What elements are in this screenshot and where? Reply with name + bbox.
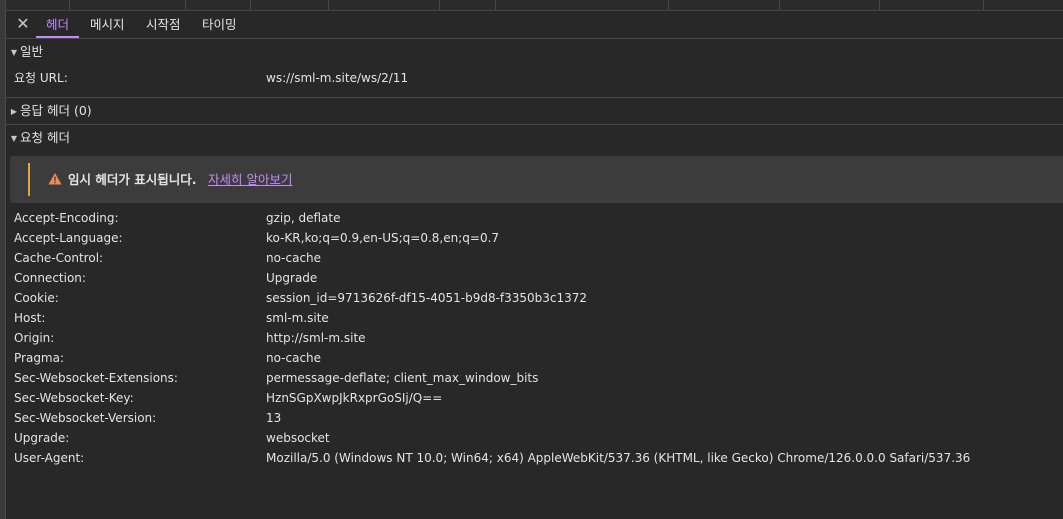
headers-content: ▼ 일반 요청 URL: ws://sml-m.site/ws/2/11 ▶ 응답 … (6, 39, 1063, 519)
request-header-row: User-Agent: Mozilla/5.0 (Windows NT 10.0;… (6, 448, 1063, 468)
warning-icon (48, 173, 62, 185)
header-name: Origin: (14, 331, 55, 345)
header-value: no-cache (266, 351, 322, 365)
request-header-row: Accept-Encoding: gzip, deflate (6, 208, 1063, 228)
tab-timing[interactable]: 타이밍 (192, 11, 247, 38)
learn-more-link[interactable]: 자세히 알아보기 (208, 156, 292, 203)
section-general-header[interactable]: ▼ 일반 (6, 39, 1063, 64)
tab-headers[interactable]: 헤더 (36, 11, 80, 38)
triangle-right-icon: ▶ (10, 107, 18, 116)
section-general-title: 일반 (20, 44, 44, 59)
column-cell (496, 0, 669, 10)
header-name: Sec-Websocket-Extensions: (14, 371, 178, 385)
header-name: User-Agent: (14, 451, 85, 465)
header-value: gzip, deflate (266, 211, 341, 225)
provisional-headers-warning: 임시 헤더가 표시됩니다. 자세히 알아보기 (10, 156, 1063, 203)
request-header-row: Origin: http://sml-m.site (6, 328, 1063, 348)
column-cell (251, 0, 329, 10)
column-cell (329, 0, 440, 10)
header-name: Accept-Language: (14, 231, 123, 245)
header-name: Pragma: (14, 351, 65, 365)
header-name: Upgrade: (14, 431, 70, 445)
warning-accent-bar (28, 163, 30, 196)
close-icon[interactable]: ✕ (14, 15, 32, 33)
tab-initiator[interactable]: 시작점 (136, 11, 191, 38)
request-header-row: Host: sml-m.site (6, 308, 1063, 328)
request-header-row: Sec-Websocket-Key: HznSGpXwpJkRxprGoSIj/Q… (6, 388, 1063, 408)
row-value: ws://sml-m.site/ws/2/11 (266, 71, 409, 85)
header-name: Cookie: (14, 291, 59, 305)
section-request-headers-title: 요청 헤더 (20, 130, 70, 145)
header-value: http://sml-m.site (266, 331, 366, 345)
header-value: Mozilla/5.0 (Windows NT 10.0; Win64; x64… (266, 451, 971, 465)
request-header-row: Sec-Websocket-Extensions: permessage-defl… (6, 368, 1063, 388)
general-row-request-url: 요청 URL: ws://sml-m.site/ws/2/11 (6, 68, 1063, 88)
section-response-headers-title: 응답 헤더 (0) (20, 103, 92, 118)
section-request-headers-header[interactable]: ▼ 요청 헤더 (6, 125, 1063, 150)
column-cell (880, 0, 984, 10)
column-cell (186, 0, 251, 10)
column-cell (70, 0, 186, 10)
request-header-row: Cookie: session_id=9713626f-df15-4051-b9d… (6, 288, 1063, 308)
header-value: 13 (266, 411, 282, 425)
header-value: Upgrade (266, 271, 318, 285)
header-value: ko-KR,ko;q=0.9,en-US;q=0.8,en;q=0.7 (266, 231, 500, 245)
column-cell (780, 0, 880, 10)
request-header-row: Upgrade: websocket (6, 428, 1063, 448)
request-header-row: Sec-Websocket-Version: 13 (6, 408, 1063, 428)
network-table-header-strip (6, 0, 1063, 11)
header-value: session_id=9713626f-df15-4051-b9d8-f3350… (266, 291, 588, 305)
header-value: websocket (266, 431, 330, 445)
header-value: permessage-deflate; client_max_window_bi… (266, 371, 539, 385)
detail-tabbar: ✕ 헤더 메시지 시작점 타이밍 (6, 11, 1063, 39)
tab-messages[interactable]: 메시지 (80, 11, 135, 38)
row-key: 요청 URL: (14, 71, 68, 85)
triangle-down-icon: ▼ (10, 48, 18, 57)
header-name: Host: (14, 311, 46, 325)
request-header-row: Accept-Language: ko-KR,ko;q=0.9,en-US;q=0… (6, 228, 1063, 248)
header-name: Connection: (14, 271, 86, 285)
request-header-row: Connection: Upgrade (6, 268, 1063, 288)
header-name: Sec-Websocket-Version: (14, 411, 157, 425)
column-cell (440, 0, 496, 10)
header-name: Cache-Control: (14, 251, 104, 265)
header-value: no-cache (266, 251, 322, 265)
header-value: HznSGpXwpJkRxprGoSIj/Q== (266, 391, 443, 405)
header-name: Sec-Websocket-Key: (14, 391, 134, 405)
triangle-down-icon: ▼ (10, 134, 18, 143)
header-value: sml-m.site (266, 311, 329, 325)
devtools-headers-panel: ✕ 헤더 메시지 시작점 타이밍 ▼ 일반 요청 URL: ws://sml-m.… (0, 0, 1063, 519)
column-cell (669, 0, 780, 10)
request-header-row: Cache-Control: no-cache (6, 248, 1063, 268)
header-name: Accept-Encoding: (14, 211, 119, 225)
request-header-row: Pragma: no-cache (6, 348, 1063, 368)
section-response-headers-header[interactable]: ▶ 응답 헤더 (0) (6, 98, 1063, 123)
warning-text: 임시 헤더가 표시됩니다. (68, 172, 197, 187)
column-cell (6, 0, 70, 10)
